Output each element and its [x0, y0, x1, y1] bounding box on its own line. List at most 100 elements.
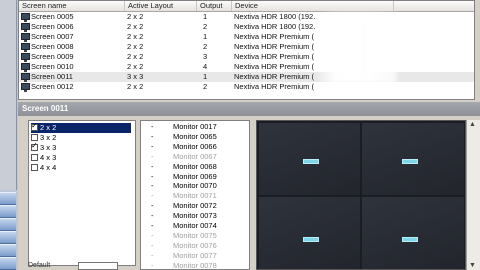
nav-button-2[interactable]: [0, 205, 16, 218]
monitor-list-item[interactable]: - Monitor 0065: [141, 132, 249, 142]
cell-output: 2: [197, 82, 232, 92]
column-header-active-layout[interactable]: Active Layout: [125, 1, 197, 11]
left-gutter: [0, 0, 18, 270]
monitor-list-item[interactable]: - Monitor 0074: [141, 221, 249, 231]
scroll-down-icon[interactable]: ▼: [469, 262, 476, 269]
cell-active-layout: 2 x 2: [125, 82, 197, 92]
monitor-list-item[interactable]: - Monitor 0068: [141, 162, 249, 172]
layout-list-item[interactable]: 4 x 3: [31, 153, 131, 163]
layout-checkbox[interactable]: [31, 164, 38, 171]
monitor-list-item[interactable]: - Monitor 0066: [141, 142, 249, 152]
nav-button-4[interactable]: [0, 231, 16, 244]
screen-panel-title: Screen 0011: [18, 102, 480, 116]
cell-screen-name-text: Screen 0005: [31, 12, 74, 21]
monitor-list-item[interactable]: - Monitor 0069: [141, 172, 249, 182]
vertical-scrollbar[interactable]: ▲ ▼: [466, 120, 480, 270]
monitor-dash: -: [151, 171, 154, 181]
cell-active-layout-text: 2 x 2: [127, 22, 144, 31]
cell-device-text: Nextiva HDR Premium (: [234, 82, 315, 91]
cell-active-layout: 2 x 2: [125, 22, 197, 32]
layout-list-item[interactable]: 2 x 2: [31, 121, 131, 133]
cell-active-layout: 2 x 2: [125, 32, 197, 42]
cell-output-text: 4: [203, 62, 208, 71]
monitor-list-item[interactable]: - Monitor 0070: [141, 181, 249, 191]
cell-output-text: 2: [203, 82, 208, 91]
layout-list: 2 x 23 x 23 x 34 x 34 x 4: [28, 120, 136, 266]
cell-device-text: Nextiva HDR 1800 (192.: [234, 22, 316, 31]
preview-cell-marker: [303, 237, 319, 242]
monitor-list-item[interactable]: - Monitor 0017: [141, 122, 249, 132]
layout-checkbox[interactable]: [31, 121, 38, 131]
layout-preview: [256, 120, 466, 270]
layout-list-item[interactable]: 3 x 2: [31, 133, 131, 143]
preview-cell-4[interactable]: [362, 197, 464, 269]
monitor-dash: -: [151, 181, 154, 191]
preview-cell-3[interactable]: [259, 197, 360, 269]
cell-active-layout-text: 2 x 2: [127, 82, 144, 91]
column-header-screen-name[interactable]: Screen name: [19, 1, 125, 11]
table-row[interactable]: Screen 0008 2 x 2 2 Nextiva HDR Premium (: [19, 42, 474, 52]
preview-cell-1[interactable]: [259, 123, 360, 195]
monitor-dash: -: [151, 191, 154, 201]
layout-label: 4 x 4: [40, 163, 57, 172]
cell-output: 3: [197, 52, 232, 62]
preview-cell-marker: [402, 237, 418, 242]
left-gutter-panel: [0, 0, 17, 190]
nav-button-5[interactable]: [0, 244, 16, 257]
cell-screen-name-text: Screen 0010: [31, 62, 74, 71]
monitor-list-item[interactable]: - Monitor 0076: [141, 241, 249, 251]
table-row[interactable]: Screen 0012 2 x 2 2 Nextiva HDR Premium (: [19, 82, 474, 92]
monitor-dash: -: [151, 211, 154, 221]
nav-button-6[interactable]: [0, 257, 16, 270]
monitor-list-item[interactable]: - Monitor 0067: [141, 152, 249, 162]
cell-screen-name: Screen 0012: [19, 82, 125, 92]
cell-output-text: 1: [203, 72, 208, 81]
cell-device-text: Nextiva HDR Premium (: [234, 72, 315, 81]
cell-screen-name: Screen 0010: [19, 62, 125, 72]
cell-screen-name: Screen 0005: [19, 12, 125, 22]
preview-cell-2[interactable]: [362, 123, 464, 195]
monitor-list-item[interactable]: - Monitor 0072: [141, 201, 249, 211]
cell-active-layout-text: 2 x 2: [127, 62, 144, 71]
cell-output-text: 3: [203, 52, 208, 61]
cell-screen-name: Screen 0008: [19, 42, 125, 52]
cell-active-layout-text: 2 x 2: [127, 32, 144, 41]
monitor-icon: [21, 73, 30, 82]
default-layout-select[interactable]: [78, 262, 118, 270]
cell-active-layout-text: 2 x 2: [127, 52, 144, 61]
preview-cell-marker: [402, 159, 418, 164]
monitor-name: Monitor 0073: [173, 211, 217, 221]
monitor-name: Monitor 0066: [173, 141, 217, 151]
table-row[interactable]: Screen 0009 2 x 2 3 Nextiva HDR Premium (: [19, 52, 474, 62]
cell-device-text: Nextiva HDR Premium (: [234, 62, 315, 71]
scroll-up-icon[interactable]: ▲: [469, 121, 476, 128]
table-row[interactable]: Screen 0007 2 x 2 1 Nextiva HDR Premium (: [19, 32, 474, 42]
layout-list-item[interactable]: 3 x 3: [31, 141, 131, 153]
table-row[interactable]: Screen 0010 2 x 2 4 Nextiva HDR Premium (: [19, 62, 474, 72]
nav-button-3[interactable]: [0, 218, 16, 231]
monitor-icon: [21, 13, 30, 22]
monitor-list-item[interactable]: - Monitor 0078: [141, 261, 249, 269]
monitor-name: Monitor 0067: [173, 151, 217, 161]
cell-active-layout-text: 3 x 3: [127, 72, 144, 81]
monitor-dash: -: [151, 151, 154, 161]
monitor-icon: [21, 33, 30, 42]
column-header-device[interactable]: Device: [232, 1, 394, 11]
monitor-list-item[interactable]: - Monitor 0073: [141, 211, 249, 221]
monitor-name: Monitor 0017: [173, 122, 217, 131]
cell-output: 1: [197, 32, 232, 42]
layout-list-item[interactable]: 4 x 4: [31, 163, 131, 173]
column-header-output[interactable]: Output: [197, 1, 232, 11]
layout-checkbox[interactable]: [31, 141, 38, 151]
monitor-list-item[interactable]: - Monitor 0075: [141, 231, 249, 241]
table-row[interactable]: Screen 0006 2 x 2 2 Nextiva HDR 1800 (192.: [19, 22, 474, 32]
monitor-list-item[interactable]: - Monitor 0077: [141, 251, 249, 261]
table-row[interactable]: Screen 0005 2 x 2 1 Nextiva HDR 1800 (192.: [19, 12, 474, 22]
cell-active-layout: 2 x 2: [125, 12, 197, 22]
layout-checkbox[interactable]: [31, 154, 38, 161]
layout-checkbox[interactable]: [31, 134, 38, 141]
monitor-list-item[interactable]: - Monitor 0071: [141, 191, 249, 201]
table-row[interactable]: Screen 0011 3 x 3 1 Nextiva HDR Premium (: [19, 72, 474, 82]
nav-button-1[interactable]: [0, 192, 16, 205]
cell-screen-name: Screen 0007: [19, 32, 125, 42]
